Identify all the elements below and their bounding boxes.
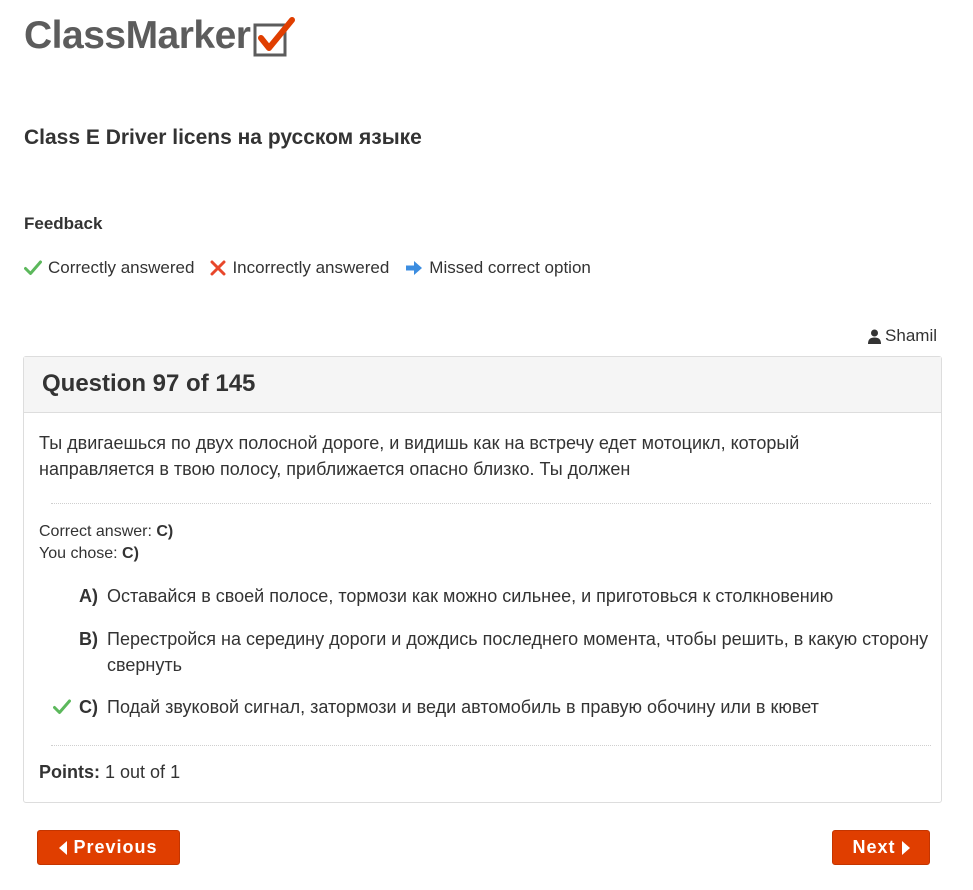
you-chose-line: You chose: C) xyxy=(39,545,139,563)
feedback-heading: Feedback xyxy=(24,214,103,233)
legend-incorrect-label: Incorrectly answered xyxy=(232,258,390,277)
option-c-letter: C) xyxy=(79,697,98,717)
correct-answer-label: Correct answer: xyxy=(39,523,152,540)
legend-incorrect: Incorrectly answered xyxy=(210,258,389,278)
previous-button[interactable]: Previous xyxy=(37,830,180,865)
divider xyxy=(51,745,931,746)
feedback-legend: Correctly answered Incorrectly answered … xyxy=(24,258,607,278)
caret-left-icon xyxy=(59,840,68,855)
option-a-letter: A) xyxy=(79,586,98,606)
answer-option-b: B) Перестройся на середину дороги и дожд… xyxy=(39,626,929,678)
question-panel-header: Question 97 of 145 xyxy=(24,357,941,413)
points-value: 1 out of 1 xyxy=(105,762,181,782)
legend-correct-label: Correctly answered xyxy=(48,258,195,277)
cross-icon xyxy=(210,260,226,276)
check-icon xyxy=(53,699,71,714)
logo-checkbox-icon xyxy=(253,17,296,57)
next-button[interactable]: Next xyxy=(832,830,930,865)
user-info: Shamil xyxy=(868,326,937,346)
answer-option-a: A) Оставайся в своей полосе, тормози как… xyxy=(39,583,929,609)
correct-answer-value: C) xyxy=(156,523,174,540)
classmarker-logo: ClassMarker xyxy=(24,14,296,58)
quiz-title: Class E Driver licens на русском языке xyxy=(24,126,422,149)
arrow-right-icon xyxy=(406,261,423,275)
option-c-text: Подай звуковой сигнал, затормози и веди … xyxy=(107,697,819,717)
user-name: Shamil xyxy=(885,326,937,345)
you-chose-value: C) xyxy=(122,545,139,562)
user-icon xyxy=(868,329,882,344)
check-icon xyxy=(24,260,42,275)
option-a-text: Оставайся в своей полосе, тормози как мо… xyxy=(107,586,834,606)
question-number: Question 97 of 145 xyxy=(42,370,256,397)
option-c-mark xyxy=(39,694,79,720)
legend-missed: Missed correct option xyxy=(405,258,591,278)
points-line: Points: 1 out of 1 xyxy=(39,762,180,783)
legend-missed-label: Missed correct option xyxy=(429,258,591,277)
legend-correct: Correctly answered xyxy=(24,258,194,278)
correct-answer-line: Correct answer: C) xyxy=(39,523,173,541)
answer-option-c: C) Подай звуковой сигнал, затормози и ве… xyxy=(39,694,929,720)
caret-right-icon xyxy=(901,840,910,855)
option-b-text: Перестройся на середину дороги и дождись… xyxy=(107,629,929,675)
previous-button-label: Previous xyxy=(73,837,158,857)
points-label: Points: xyxy=(39,762,100,782)
you-chose-label: You chose: xyxy=(39,545,118,562)
next-button-label: Next xyxy=(852,837,896,857)
divider xyxy=(51,503,931,504)
option-a-mark xyxy=(39,583,79,609)
option-b-mark xyxy=(39,626,79,678)
question-text: Ты двигаешься по двух полосной дороге, и… xyxy=(39,433,800,479)
question-panel: Question 97 of 145 Ты двигаешься по двух… xyxy=(23,356,942,803)
logo-text: ClassMarker xyxy=(24,14,251,57)
option-b-letter: B) xyxy=(79,629,98,649)
